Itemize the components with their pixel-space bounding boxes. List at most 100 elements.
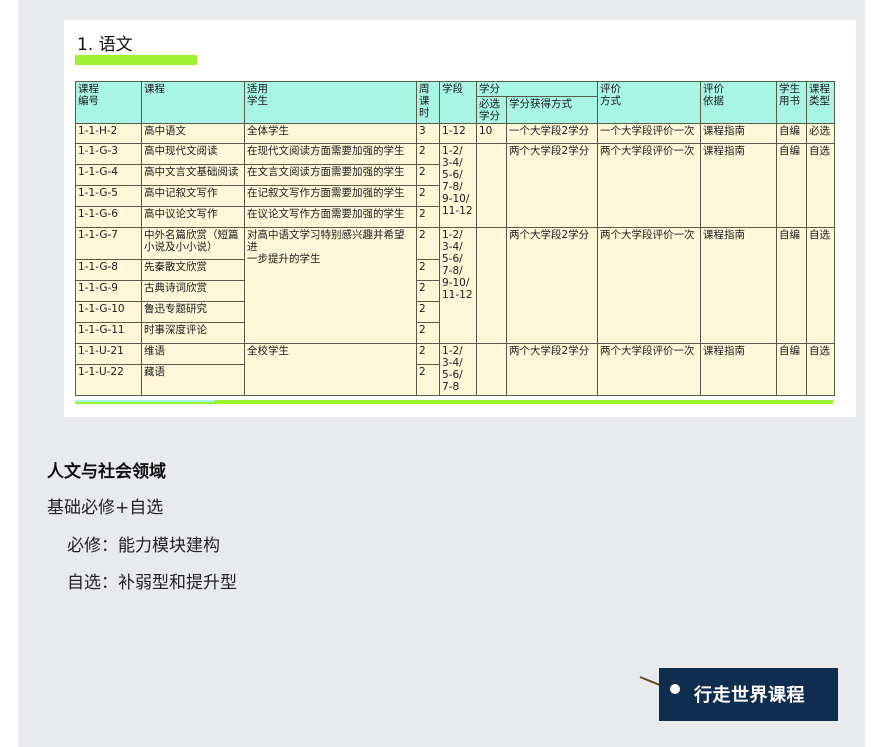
- body-line-1: 基础必修+自选: [47, 498, 164, 518]
- cell-hours: 2: [416, 343, 440, 365]
- cell-credits: [476, 343, 507, 396]
- cell-code: 1-1-U-22: [75, 364, 142, 396]
- table-row: 1-1-U-21 维语 全校学生 2 1-2/ 3-4/ 5-6/ 7-8 两个…: [75, 343, 835, 396]
- cell-code: 1-1-G-3: [75, 143, 142, 165]
- header-hours: 周 课 时: [416, 81, 440, 124]
- cell-audience: 在现代文阅读方面需要加强的学生: [244, 143, 417, 165]
- cell-course: 高中语文: [141, 123, 245, 144]
- cell-eval-basis: 课程指南: [700, 123, 777, 144]
- cell-hours: 2: [416, 364, 440, 396]
- cell-eval-method: 两个大学段评价一次: [597, 143, 701, 228]
- cell-code: 1-1-G-5: [75, 185, 142, 207]
- cell-books: 自编: [776, 227, 807, 344]
- cell-course: 高中记叙文写作: [141, 185, 245, 207]
- cell-type: 自选: [806, 143, 835, 228]
- cell-credit-method: 两个大学段2学分: [506, 143, 598, 228]
- cell-course: 高中文言文基础阅读: [141, 164, 245, 186]
- cell-hours: 2: [416, 164, 440, 186]
- cell-hours: 2: [416, 301, 440, 323]
- cell-course: 维语: [141, 343, 245, 365]
- cell-course: 时事深度评论: [141, 322, 245, 344]
- cell-audience: 全体学生: [244, 123, 417, 144]
- cell-eval-method: 两个大学段评价一次: [597, 343, 701, 396]
- cell-eval-basis: 课程指南: [700, 227, 777, 344]
- header-credits: 学分: [476, 81, 598, 97]
- cell-code: 1-1-G-4: [75, 164, 142, 186]
- cell-code: 1-1-G-6: [75, 206, 142, 228]
- cell-audience: 在记叙文写作方面需要加强的学生: [244, 185, 417, 207]
- header-eval-basis: 评价 依据: [700, 81, 777, 124]
- cell-hours: 2: [416, 322, 440, 344]
- cell-credit-method: 两个大学段2学分: [506, 227, 598, 344]
- cell-audience: 全校学生: [244, 343, 417, 396]
- header-eval-method: 评价 方式: [597, 81, 701, 124]
- table-image-card: 1. 语文 课程 编号 课程 适用 学生 周 课 时 学段 学分 评价 方式 评…: [64, 20, 856, 417]
- body-line-3: 自选：补弱型和提升型: [67, 573, 237, 593]
- cell-type: 必选: [806, 123, 835, 144]
- cell-audience: 在议论文写作方面需要加强的学生: [244, 206, 417, 228]
- cell-hours: 2: [416, 185, 440, 207]
- cell-code: 1-1-U-21: [75, 343, 142, 365]
- cell-eval-basis: 课程指南: [700, 343, 777, 396]
- cell-course: 鲁迅专题研究: [141, 301, 245, 323]
- section-heading: 人文与社会领域: [47, 462, 166, 482]
- table-bottom-bar-accent: [75, 400, 215, 402]
- table-row: 1-1-G-3 高中现代文阅读 在现代文阅读方面需要加强的学生 2 1-2/ 3…: [75, 143, 835, 228]
- cell-course: 高中议论文写作: [141, 206, 245, 228]
- header-credit-method: 学分获得方式: [506, 96, 598, 124]
- cell-hours: 2: [416, 227, 440, 260]
- cell-type: 自选: [806, 343, 835, 396]
- cell-credits: [476, 227, 507, 344]
- cell-credits: 10: [476, 123, 507, 144]
- header-books: 学生 用书: [776, 81, 807, 124]
- course-table: 课程 编号 课程 适用 学生 周 课 时 学段 学分 评价 方式 评价 依据 学…: [75, 81, 835, 396]
- cell-hours: 2: [416, 259, 440, 281]
- cell-credit-method: 两个大学段2学分: [506, 343, 598, 396]
- cell-type: 自选: [806, 227, 835, 344]
- content-panel: 1. 语文 课程 编号 课程 适用 学生 周 课 时 学段 学分 评价 方式 评…: [18, 0, 865, 747]
- cell-books: 自编: [776, 123, 807, 144]
- header-course: 课程: [141, 81, 245, 124]
- table-row: 1-1-H-2 高中语文 全体学生 3 1-12 10 一个大学段2学分 一个大…: [75, 123, 835, 144]
- cell-course: 古典诗词欣赏: [141, 280, 245, 302]
- body-line-2: 必修：能力模块建构: [67, 536, 220, 556]
- cell-books: 自编: [776, 143, 807, 228]
- header-type: 课程 类型: [806, 81, 835, 124]
- table-header-row: 课程 编号 课程 适用 学生 周 课 时 学段 学分 评价 方式 评价 依据 学…: [75, 81, 835, 124]
- cell-hours: 3: [416, 123, 440, 144]
- cell-stage: 1-12: [439, 123, 477, 144]
- tag-label: 行走世界课程: [694, 685, 805, 706]
- cell-audience: 对高中语文学习特别感兴趣并希望进 一步提升的学生: [244, 227, 417, 344]
- cell-code: 1-1-H-2: [75, 123, 142, 144]
- cell-books: 自编: [776, 343, 807, 396]
- tag-dot-icon: [670, 684, 680, 694]
- cell-credit-method: 一个大学段2学分: [506, 123, 598, 144]
- card-title: 1. 语文: [77, 35, 133, 55]
- cell-stage: 1-2/ 3-4/ 5-6/ 7-8: [439, 343, 477, 396]
- cell-stage: 1-2/ 3-4/ 5-6/ 7-8/ 9-10/ 11-12: [439, 227, 477, 344]
- title-underline-bar: [75, 55, 197, 65]
- header-audience: 适用 学生: [244, 81, 417, 124]
- cell-code: 1-1-G-10: [75, 301, 142, 323]
- cell-audience: 在文言文阅读方面需要加强的学生: [244, 164, 417, 186]
- cell-course: 中外名篇欣赏（短篇 小说及小小说）: [141, 227, 245, 260]
- cell-course: 藏语: [141, 364, 245, 396]
- cell-course: 先秦散文欣赏: [141, 259, 245, 281]
- cell-eval-method: 两个大学段评价一次: [597, 227, 701, 344]
- cell-hours: 2: [416, 206, 440, 228]
- cell-credits: [476, 143, 507, 228]
- cell-hours: 2: [416, 280, 440, 302]
- cell-code: 1-1-G-8: [75, 259, 142, 281]
- cell-stage: 1-2/ 3-4/ 5-6/ 7-8/ 9-10/ 11-12: [439, 143, 477, 228]
- header-code: 课程 编号: [75, 81, 142, 124]
- travel-course-tag[interactable]: 行走世界课程: [659, 668, 838, 721]
- table-row: 1-1-G-7 中外名篇欣赏（短篇 小说及小小说） 对高中语文学习特别感兴趣并希…: [75, 227, 835, 344]
- cell-code: 1-1-G-7: [75, 227, 142, 260]
- cell-eval-method: 一个大学段评价一次: [597, 123, 701, 144]
- cell-code: 1-1-G-11: [75, 322, 142, 344]
- cell-hours: 2: [416, 143, 440, 165]
- header-req-credits: 必选 学分: [476, 96, 507, 124]
- cell-code: 1-1-G-9: [75, 280, 142, 302]
- cell-course: 高中现代文阅读: [141, 143, 245, 165]
- cell-eval-basis: 课程指南: [700, 143, 777, 228]
